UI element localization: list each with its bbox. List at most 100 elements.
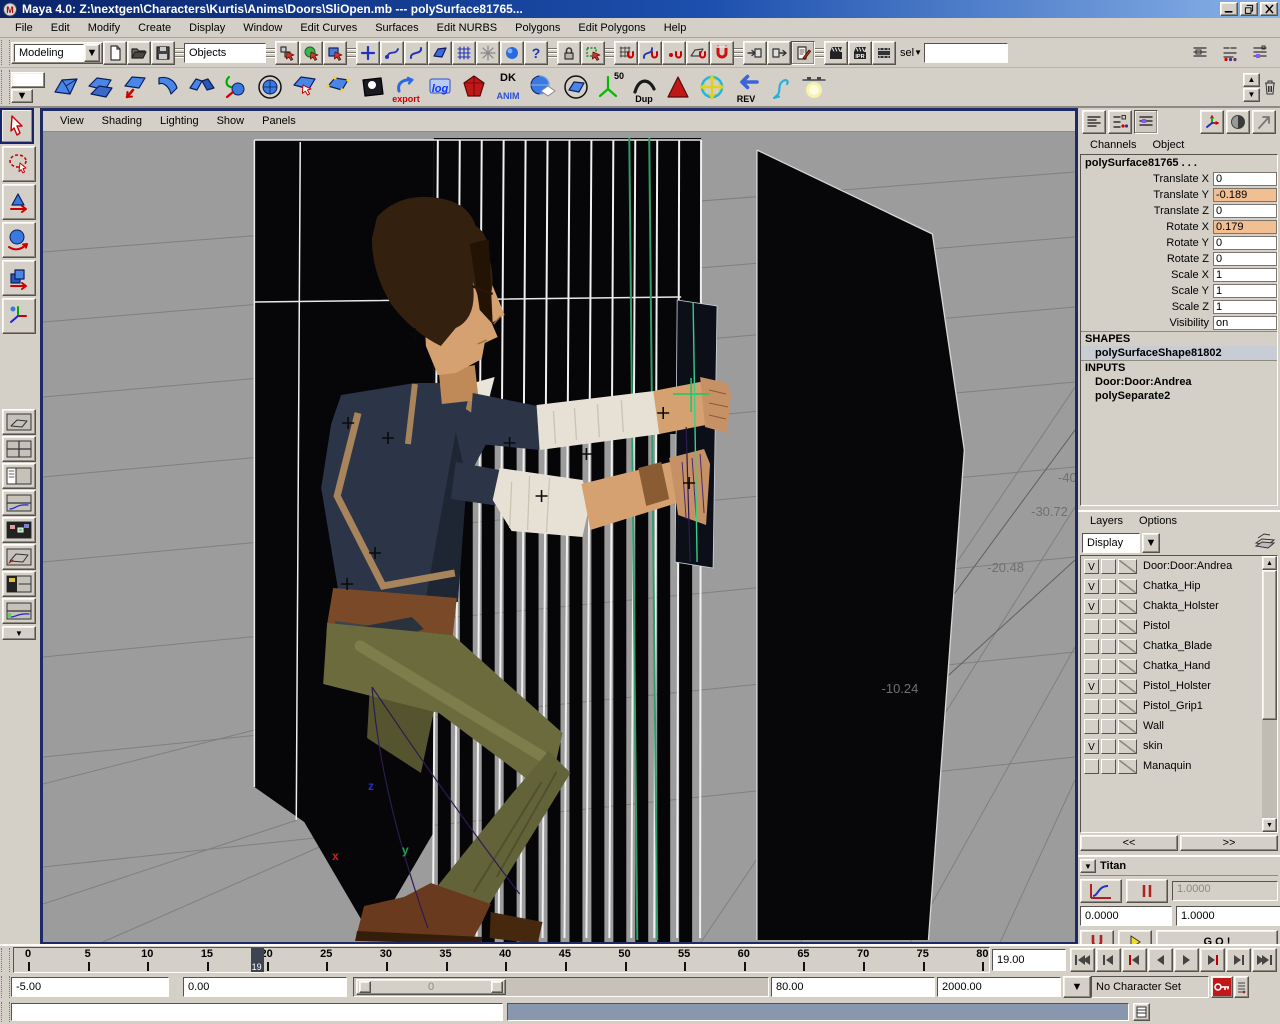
range-slider-track[interactable]: 0 xyxy=(353,977,769,997)
play-backwards-button[interactable] xyxy=(1148,948,1173,972)
mode-selector-arrow-icon[interactable]: ▼ xyxy=(84,44,100,62)
layer-color-swatch[interactable] xyxy=(1118,679,1137,694)
menu-object[interactable]: Object xyxy=(1146,138,1190,152)
input-connections-icon[interactable] xyxy=(743,41,767,65)
layout-persp-graph-2[interactable] xyxy=(2,598,36,624)
poly-circled-2-icon[interactable] xyxy=(559,70,593,104)
channel-value-scale-z[interactable]: 1 xyxy=(1213,300,1277,314)
target-icon[interactable] xyxy=(695,70,729,104)
mask-points-icon[interactable] xyxy=(356,41,380,65)
move-tool[interactable] xyxy=(2,184,36,220)
channels-layout-2-icon[interactable] xyxy=(1108,110,1132,134)
layer-row-wall[interactable]: Wall xyxy=(1081,716,1261,736)
render-globals-icon[interactable] xyxy=(872,41,896,65)
playback-start-field[interactable] xyxy=(183,977,347,997)
channel-value-rotate-z[interactable]: 0 xyxy=(1213,252,1277,266)
range-start-grip[interactable] xyxy=(359,981,371,993)
layer-visibility-toggle[interactable]: V xyxy=(1084,599,1099,614)
layer-row-pistol-holster[interactable]: VPistol_Holster xyxy=(1081,676,1261,696)
time-slider-handle[interactable] xyxy=(1,948,10,972)
titan-red-bars-icon[interactable] xyxy=(1126,879,1168,903)
red-cone-icon[interactable] xyxy=(661,70,695,104)
layer-lock-toggle[interactable] xyxy=(1101,619,1116,634)
channel-value-translate-x[interactable]: 0 xyxy=(1213,172,1277,186)
construction-history-icon[interactable] xyxy=(791,41,815,65)
menu-options[interactable]: Options xyxy=(1133,514,1183,528)
layer-row-skin[interactable]: Vskin xyxy=(1081,736,1261,756)
menu-layers[interactable]: Layers xyxy=(1084,514,1129,528)
shelf-tab[interactable] xyxy=(11,72,45,88)
layer-color-swatch[interactable] xyxy=(1118,659,1137,674)
titan-collapse-icon[interactable]: ▼ xyxy=(1080,859,1096,873)
layer-name[interactable]: Pistol xyxy=(1139,620,1170,632)
layout-hypershade-persp[interactable] xyxy=(2,571,36,597)
layer-row-chatka-hip[interactable]: VChatka_Hip xyxy=(1081,576,1261,596)
channel-value-scale-x[interactable]: 1 xyxy=(1213,268,1277,282)
mask-deformations-icon[interactable] xyxy=(452,41,476,65)
layer-visibility-toggle[interactable] xyxy=(1084,659,1099,674)
menu-surfaces[interactable]: Surfaces xyxy=(366,20,427,36)
titan-end-field[interactable] xyxy=(1176,906,1280,926)
layer-visibility-toggle[interactable] xyxy=(1084,619,1099,634)
layer-color-swatch[interactable] xyxy=(1118,699,1137,714)
toolbar-separator[interactable] xyxy=(266,42,275,64)
restore-button[interactable] xyxy=(1240,2,1258,16)
channel-object-name[interactable]: polySurface81765 . . . xyxy=(1081,155,1277,171)
layer-color-swatch[interactable] xyxy=(1118,759,1137,774)
viewport-canvas[interactable]: -40.96-30.72-20.48-10.24 x y z xyxy=(43,132,1075,942)
toolbar-separator[interactable] xyxy=(815,42,824,64)
sel-dropdown-arrow-icon[interactable]: ▼ xyxy=(914,48,922,57)
auto-key-icon[interactable] xyxy=(1211,976,1233,998)
layer-row-pistol-grip1[interactable]: Pistol_Grip1 xyxy=(1081,696,1261,716)
layer-color-swatch[interactable] xyxy=(1118,599,1137,614)
menu-file[interactable]: File xyxy=(6,20,42,36)
select-hierarchy-icon[interactable] xyxy=(275,41,299,65)
channel-value-visibility[interactable]: on xyxy=(1213,316,1277,330)
select-tool[interactable] xyxy=(0,108,34,144)
mask-dynamics-icon[interactable] xyxy=(476,41,500,65)
lasso-tool[interactable] xyxy=(2,146,36,182)
toolbar-separator[interactable] xyxy=(548,42,557,64)
layer-lock-toggle[interactable] xyxy=(1101,579,1116,594)
log-icon[interactable]: log xyxy=(423,70,457,104)
dup-icon[interactable]: Dup xyxy=(627,70,661,104)
layer-name[interactable]: Pistol_Grip1 xyxy=(1139,700,1203,712)
panel-menu-show[interactable]: Show xyxy=(208,113,254,129)
layer-row-chatka-hand[interactable]: Chatka_Hand xyxy=(1081,656,1261,676)
input-node-door-door-andrea[interactable]: Door:Door:Andrea xyxy=(1081,375,1277,389)
layer-lock-toggle[interactable] xyxy=(1101,599,1116,614)
shelf-scroll-down-icon[interactable]: ▼ xyxy=(1243,88,1260,102)
dk-anim-icon[interactable]: DKANIM xyxy=(491,70,525,104)
command-line-input[interactable] xyxy=(11,1003,503,1021)
layer-name[interactable]: Wall xyxy=(1139,720,1164,732)
mask-surfaces-icon[interactable] xyxy=(428,41,452,65)
close-button[interactable] xyxy=(1260,2,1278,16)
layer-name[interactable]: Chatka_Hip xyxy=(1139,580,1200,592)
layer-page-forward-button[interactable]: >> xyxy=(1180,835,1278,851)
shape-name[interactable]: polySurfaceShape81802 xyxy=(1081,346,1277,360)
channels-layout-1-icon[interactable] xyxy=(1082,110,1106,134)
poly-lattice-icon[interactable] xyxy=(321,70,355,104)
layer-scroll-up-icon[interactable]: ▲ xyxy=(1262,556,1277,570)
toggle-attribute-editor-icon[interactable] xyxy=(1188,41,1212,65)
file-new-icon[interactable] xyxy=(103,41,127,65)
poly-extrude-icon[interactable] xyxy=(117,70,151,104)
layer-name[interactable]: Manaquin xyxy=(1139,760,1191,772)
step-forward-key-button[interactable] xyxy=(1200,948,1225,972)
menu-edit-curves[interactable]: Edit Curves xyxy=(291,20,366,36)
layer-row-chakta-holster[interactable]: VChakta_Holster xyxy=(1081,596,1261,616)
poly-plane-icon[interactable] xyxy=(49,70,83,104)
playback-end-field[interactable] xyxy=(771,977,935,997)
animation-start-field[interactable] xyxy=(11,977,169,997)
layout-outliner-persp[interactable] xyxy=(2,463,36,489)
layout-single-persp[interactable] xyxy=(2,409,36,435)
mask-curves-icon[interactable] xyxy=(404,41,428,65)
sphere-project-icon[interactable] xyxy=(525,70,559,104)
layer-lock-toggle[interactable] xyxy=(1101,759,1116,774)
menu-edit[interactable]: Edit xyxy=(42,20,79,36)
curve-pull-icon[interactable] xyxy=(219,70,253,104)
layer-lock-toggle[interactable] xyxy=(1101,559,1116,574)
shaded-view-icon[interactable] xyxy=(1226,110,1250,134)
range-slider-handle[interactable] xyxy=(1,976,10,998)
rev-icon[interactable]: REV xyxy=(729,70,763,104)
